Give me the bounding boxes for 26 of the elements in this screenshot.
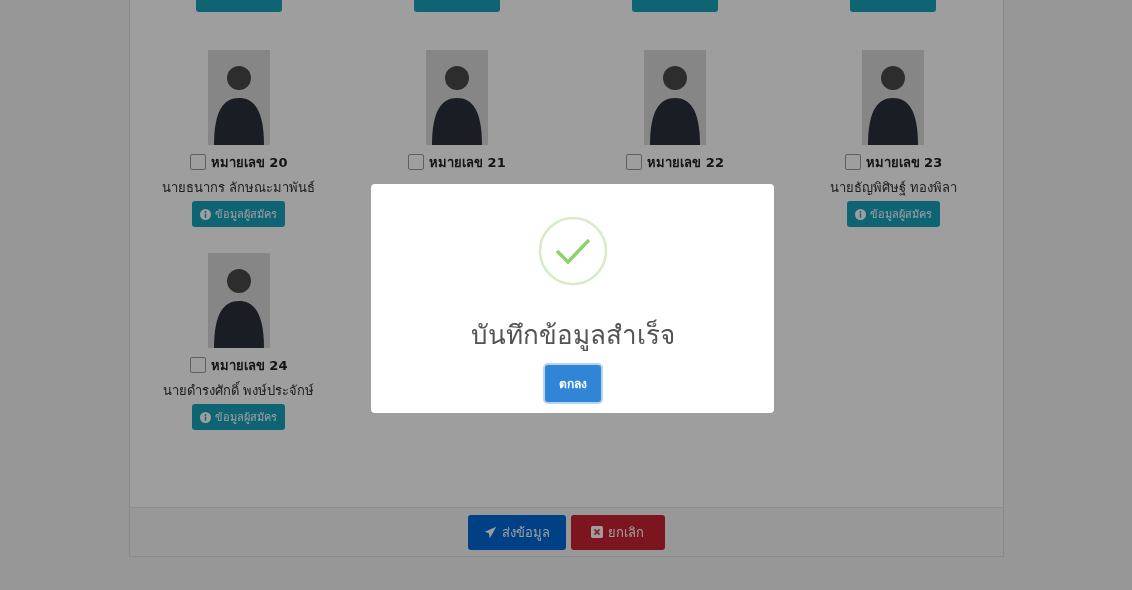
candidate-number: หมายเลข 24	[210, 356, 288, 375]
candidate-name: นายดำรงศักดิ์ พงษ์ประจักษ์	[163, 380, 315, 398]
success-check-icon	[537, 216, 608, 286]
info-icon	[854, 208, 866, 220]
candidate-number: หมายเลข 22	[647, 153, 724, 172]
submit-button[interactable]: ส่งข้อมูล	[467, 514, 566, 550]
applicant-info-button[interactable]: ข้อมูลผู้สมัคร	[192, 201, 286, 227]
checkbox[interactable]	[189, 357, 206, 373]
applicant-info-button[interactable]: ข้อมูลผู้สมัคร	[846, 201, 940, 227]
checkbox[interactable]	[189, 154, 206, 170]
candidate-number: หมายเลข 20	[210, 153, 288, 172]
info-icon	[200, 411, 212, 423]
applicant-info-button[interactable]: ข้อมูลผู้สมัคร	[192, 404, 286, 430]
paper-plane-icon	[483, 525, 497, 539]
dialog-title: บันทึกข้อมูลสำเร็จ	[470, 318, 675, 353]
candidate-number: หมายเลข 23	[865, 153, 943, 172]
candidate-name: นายธัญพิศิษฐ์ ทองพิลา	[829, 179, 957, 195]
checkbox[interactable]	[844, 154, 861, 170]
candidate-number: หมายเลข 21	[429, 153, 506, 172]
checkbox[interactable]	[408, 154, 425, 170]
ok-button[interactable]: ตกลง	[544, 365, 601, 402]
checkbox[interactable]	[626, 154, 643, 170]
candidate-name: นายธนากร ลักษณะมาพันธ์	[162, 179, 316, 195]
cancel-button[interactable]: ยกเลิก	[570, 514, 665, 550]
info-icon	[200, 208, 212, 220]
close-icon	[591, 526, 603, 538]
